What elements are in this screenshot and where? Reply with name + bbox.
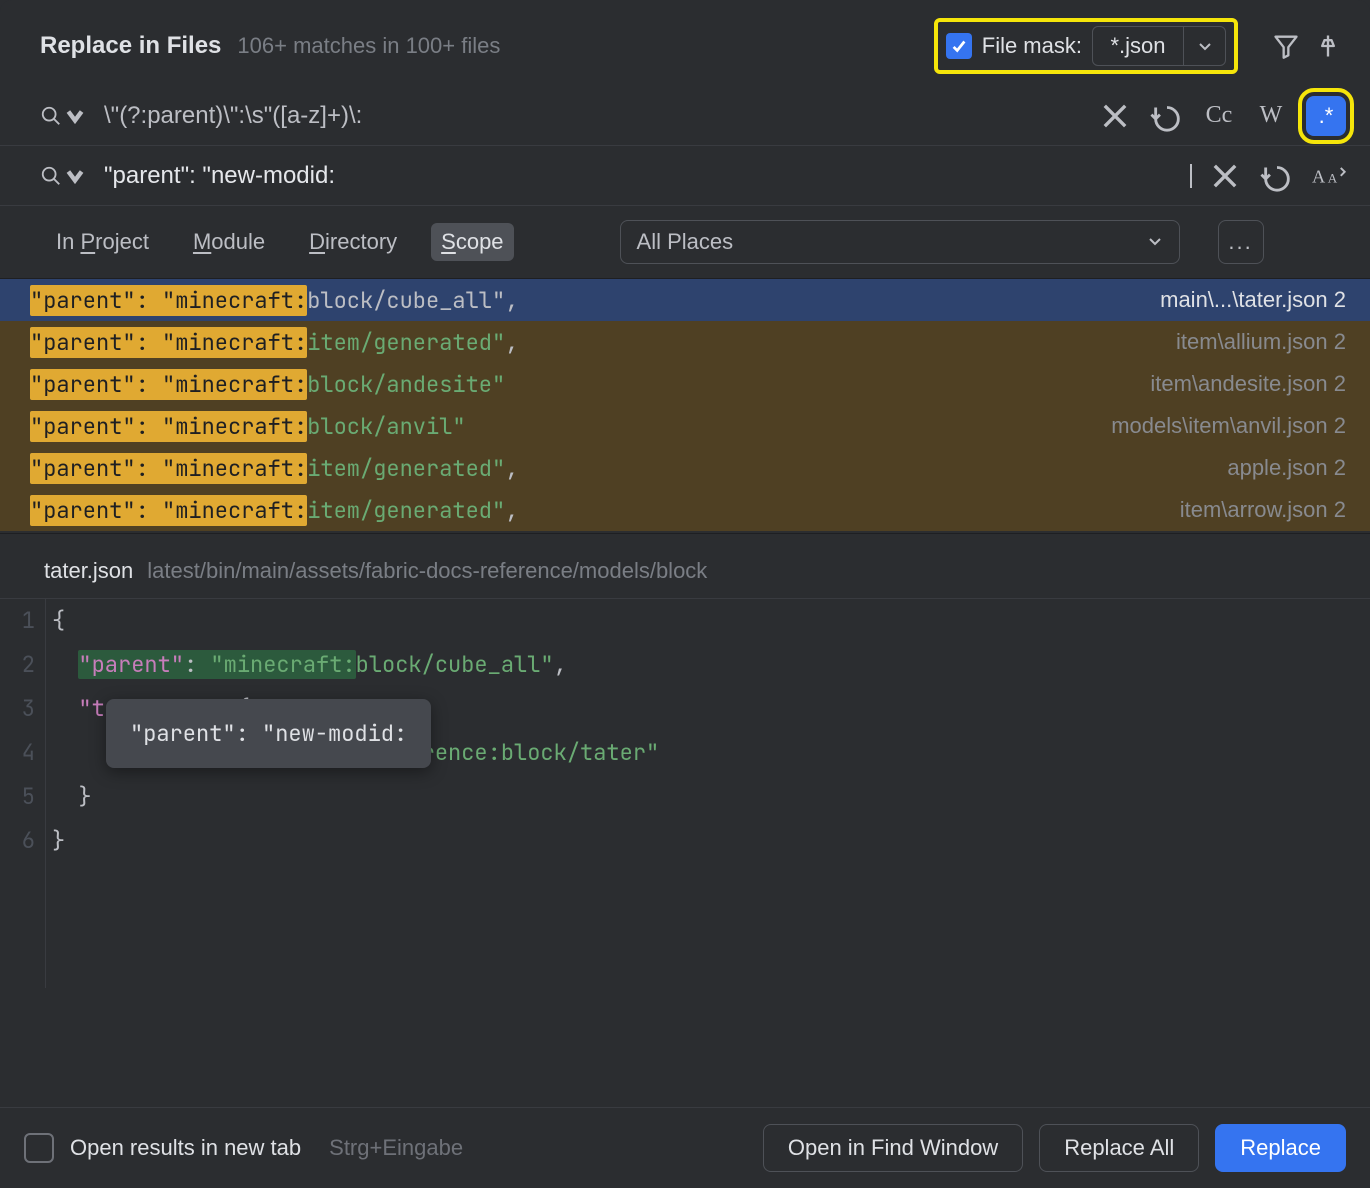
replace-input[interactable]: "parent": "new-modid: <box>104 162 1190 190</box>
more-scopes-button[interactable]: ... <box>1218 220 1264 264</box>
dialog-title: Replace in Files <box>40 32 221 60</box>
case-sensitive-toggle[interactable]: Cc <box>1202 99 1236 133</box>
search-row: \"(?:parent)\":\s"([a-z]+)\: Cc W .* <box>0 86 1370 146</box>
scope-tab-cope[interactable]: Scope <box>431 223 513 261</box>
results-list: "parent": "minecraft:block/cube_all",mai… <box>0 279 1370 533</box>
svg-text:A: A <box>1312 166 1326 186</box>
file-mask-input-wrap <box>1092 26 1226 66</box>
scope-tab-odule[interactable]: Module <box>183 223 275 261</box>
match-count: 106+ matches in 100+ files <box>237 33 917 59</box>
file-mask-checkbox[interactable] <box>946 33 972 59</box>
preserve-case-toggle[interactable]: AA <box>1312 159 1346 193</box>
file-mask-input[interactable] <box>1093 33 1183 59</box>
file-mask-dropdown[interactable] <box>1183 27 1225 65</box>
result-file: item\arrow.json 2 <box>1180 497 1346 523</box>
file-mask-label: File mask: <box>982 33 1082 59</box>
chevron-down-icon <box>1147 229 1163 255</box>
replace-history-icon[interactable] <box>1260 159 1294 193</box>
scope-tab-irectory[interactable]: Directory <box>299 223 407 261</box>
regex-toggle[interactable]: .* <box>1306 96 1346 136</box>
footer: Open results in new tab Strg+Eingabe Ope… <box>0 1107 1370 1188</box>
clear-replace-icon[interactable] <box>1208 159 1242 193</box>
scope-places-value: All Places <box>637 229 734 255</box>
pin-icon[interactable] <box>1314 32 1342 60</box>
replace-all-button[interactable]: Replace All <box>1039 1124 1199 1172</box>
search-input[interactable]: \"(?:parent)\":\s"([a-z]+)\: <box>104 102 1080 130</box>
scope-row: In Project Module Directory Scope All Place… <box>0 206 1370 279</box>
clear-search-icon[interactable] <box>1098 99 1132 133</box>
result-file: main\...\tater.json 2 <box>1160 287 1346 313</box>
result-file: item\allium.json 2 <box>1176 329 1346 355</box>
search-icon[interactable] <box>40 105 86 127</box>
scope-tab-roject[interactable]: In Project <box>46 223 159 261</box>
result-row[interactable]: "parent": "minecraft:block/cube_all",mai… <box>0 279 1370 321</box>
open-find-window-button[interactable]: Open in Find Window <box>763 1124 1023 1172</box>
replacement-tooltip: "parent": "new-modid: <box>106 699 431 768</box>
svg-text:A: A <box>1328 170 1338 185</box>
result-file: item\andesite.json 2 <box>1150 371 1346 397</box>
preview-filename: tater.json <box>44 558 133 584</box>
code-preview: 123456 { "parent": "minecraft:block/cube… <box>0 598 1370 988</box>
search-history-icon[interactable] <box>1150 99 1184 133</box>
shortcut-hint: Strg+Eingabe <box>329 1135 463 1161</box>
replace-row: "parent": "new-modid: AA <box>0 146 1370 206</box>
open-new-tab-label: Open results in new tab <box>70 1135 301 1161</box>
preview-header: tater.json latest/bin/main/assets/fabric… <box>0 533 1370 598</box>
replace-icon[interactable] <box>40 165 86 187</box>
result-row[interactable]: "parent": "minecraft:item/generated",ite… <box>0 489 1370 531</box>
whole-word-toggle[interactable]: W <box>1254 99 1288 133</box>
open-new-tab-checkbox[interactable] <box>24 1133 54 1163</box>
scope-places-select[interactable]: All Places <box>620 220 1180 264</box>
result-row[interactable]: "parent": "minecraft:item/generated",app… <box>0 447 1370 489</box>
gutter: 123456 <box>0 599 46 988</box>
result-row[interactable]: "parent": "minecraft:block/anvil"models\… <box>0 405 1370 447</box>
result-file: apple.json 2 <box>1227 455 1346 481</box>
filter-icon[interactable] <box>1272 32 1300 60</box>
file-mask-group: File mask: <box>934 18 1238 74</box>
preview-path: latest/bin/main/assets/fabric-docs-refer… <box>147 558 707 584</box>
code-body[interactable]: { "parent": "minecraft:block/cube_all", … <box>46 599 1370 988</box>
result-row[interactable]: "parent": "minecraft:item/generated",ite… <box>0 321 1370 363</box>
result-row[interactable]: "parent": "minecraft:block/andesite"item… <box>0 363 1370 405</box>
result-file: models\item\anvil.json 2 <box>1111 413 1346 439</box>
replace-button[interactable]: Replace <box>1215 1124 1346 1172</box>
